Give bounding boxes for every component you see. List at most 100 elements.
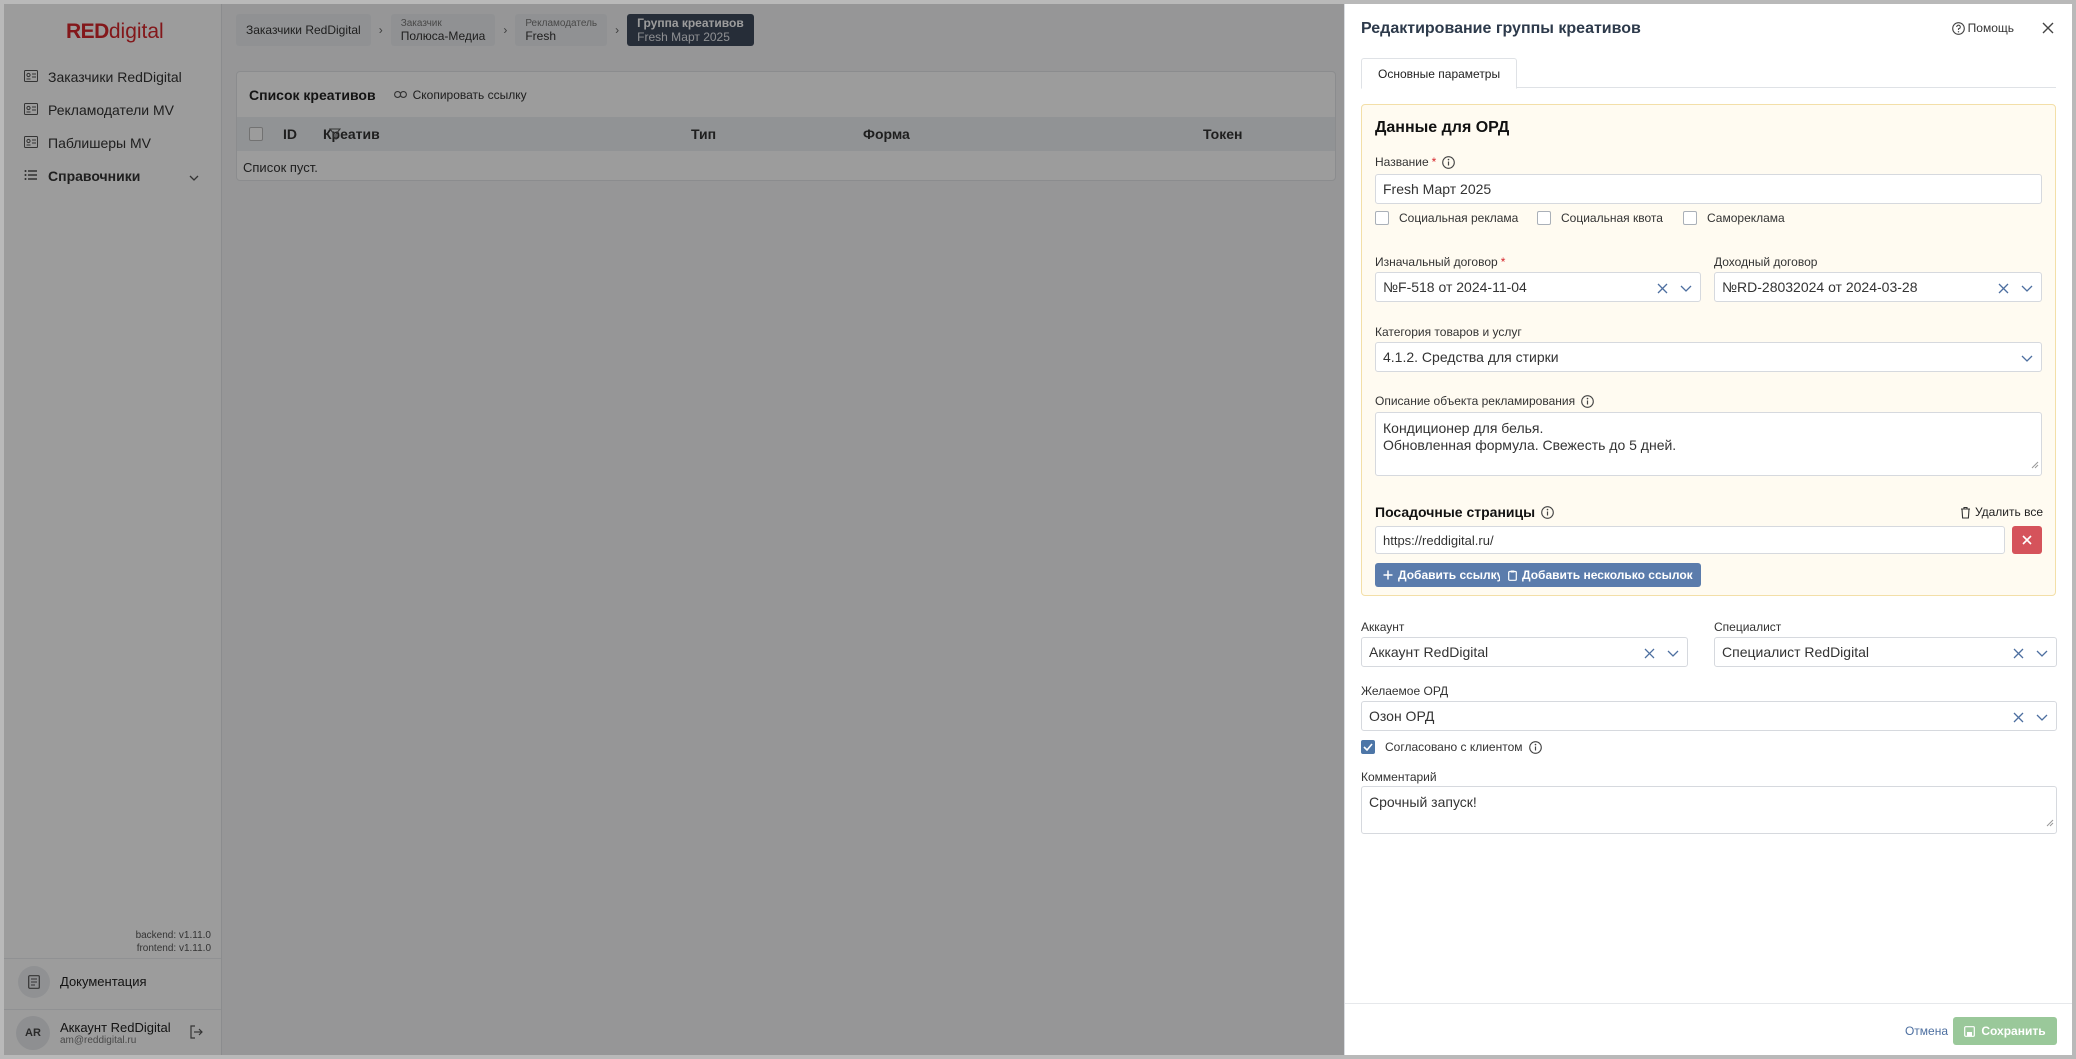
name-input[interactable]: Fresh Март 2025 bbox=[1375, 174, 2042, 204]
close-icon[interactable] bbox=[2042, 21, 2054, 37]
initial-contract-select[interactable]: №F-518 от 2024-11-04 bbox=[1375, 272, 1701, 302]
drawer-title: Редактирование группы креативов bbox=[1361, 20, 1641, 37]
add-link-button[interactable]: Добавить ссылку bbox=[1375, 563, 1512, 587]
chevron-down-icon[interactable] bbox=[2036, 646, 2048, 662]
help-button[interactable]: Помощь bbox=[1951, 21, 2014, 35]
save-button[interactable]: Сохранить bbox=[1953, 1017, 2057, 1045]
remove-url-button[interactable] bbox=[2012, 526, 2042, 554]
desired-ord-value: Озон ОРД bbox=[1369, 708, 1435, 724]
cancel-button[interactable]: Отмена bbox=[1905, 1024, 1948, 1038]
clear-icon[interactable] bbox=[2013, 710, 2024, 726]
required-mark: * bbox=[1431, 155, 1437, 169]
clear-icon[interactable] bbox=[1998, 281, 2009, 297]
income-contract-select[interactable]: №RD-28032024 от 2024-03-28 bbox=[1714, 272, 2042, 302]
add-multiple-links-button[interactable]: Добавить несколько ссылок bbox=[1500, 563, 1701, 587]
required-mark: * bbox=[1500, 255, 1506, 269]
specialist-label: Специалист bbox=[1714, 620, 1781, 634]
income-contract-value: №RD-28032024 от 2024-03-28 bbox=[1722, 279, 1918, 295]
description-textarea[interactable]: Кондиционер для белья. Обновленная форму… bbox=[1375, 412, 2042, 476]
comment-value: Срочный запуск! bbox=[1369, 794, 1477, 810]
description-label: Описание объекта рекламирования bbox=[1375, 394, 1594, 408]
ord-section-title: Данные для ОРД bbox=[1375, 119, 1510, 136]
resize-grip-icon[interactable] bbox=[2031, 456, 2039, 473]
info-icon[interactable] bbox=[1528, 740, 1542, 754]
tab-main-params[interactable]: Основные параметры bbox=[1361, 58, 1518, 89]
ord-data-section: Данные для ОРД Название * Fresh Март 2025… bbox=[1361, 104, 2056, 596]
checkbox-box[interactable] bbox=[1361, 740, 1375, 754]
drawer-footer: Отмена Сохранить bbox=[1345, 1003, 2072, 1055]
agreed-with-client-checkbox[interactable]: Согласовано с клиентом bbox=[1361, 740, 1542, 754]
save-label: Сохранить bbox=[1981, 1024, 2046, 1038]
chevron-down-icon[interactable] bbox=[1667, 646, 1679, 662]
desired-ord-select[interactable]: Озон ОРД bbox=[1361, 701, 2057, 731]
social-quota-checkbox[interactable]: Социальная квота bbox=[1537, 211, 1663, 225]
checkbox-box[interactable] bbox=[1683, 211, 1697, 225]
account-label-text: Аккаунт bbox=[1361, 620, 1405, 634]
comment-label-text: Комментарий bbox=[1361, 770, 1437, 784]
delete-all-label: Удалить все bbox=[1974, 505, 2043, 519]
landing-url-input[interactable]: https://reddigital.ru/ bbox=[1375, 526, 2005, 554]
category-label: Категория товаров и услуг bbox=[1375, 325, 1522, 339]
income-contract-label: Доходный договор bbox=[1714, 255, 1817, 269]
checkbox-label: Социальная реклама bbox=[1399, 211, 1519, 225]
specialist-select[interactable]: Специалист RedDigital bbox=[1714, 637, 2057, 667]
landing-pages-title: Посадочные страницы bbox=[1375, 504, 1554, 520]
checkbox-label: Самореклама bbox=[1707, 211, 1785, 225]
help-label: Помощь bbox=[1967, 21, 2014, 35]
name-input-value: Fresh Март 2025 bbox=[1383, 181, 1492, 197]
account-select[interactable]: Аккаунт RedDigital bbox=[1361, 637, 1688, 667]
self-ad-checkbox[interactable]: Самореклама bbox=[1683, 211, 1785, 225]
initial-contract-label: Изначальный договор * bbox=[1375, 255, 1505, 269]
specialist-value: Специалист RedDigital bbox=[1722, 644, 1869, 660]
comment-label: Комментарий bbox=[1361, 770, 1437, 784]
resize-grip-icon[interactable] bbox=[2046, 814, 2054, 831]
landing-url-value: https://reddigital.ru/ bbox=[1383, 532, 1494, 548]
initial-contract-value: №F-518 от 2024-11-04 bbox=[1383, 279, 1527, 295]
info-icon[interactable] bbox=[1541, 505, 1554, 519]
chevron-down-icon[interactable] bbox=[2036, 710, 2048, 726]
question-icon bbox=[1951, 21, 1965, 35]
desired-ord-label: Желаемое ОРД bbox=[1361, 684, 1448, 698]
chevron-down-icon[interactable] bbox=[1680, 281, 1692, 297]
desired-ord-label-text: Желаемое ОРД bbox=[1361, 684, 1449, 698]
add-multiple-label: Добавить несколько ссылок bbox=[1522, 568, 1693, 582]
social-ad-checkbox[interactable]: Социальная реклама bbox=[1375, 211, 1518, 225]
initial-contract-label-text: Изначальный договор bbox=[1375, 255, 1498, 269]
landing-pages-title-text: Посадочные страницы bbox=[1375, 504, 1536, 520]
info-icon[interactable] bbox=[1581, 394, 1594, 408]
trash-icon bbox=[1960, 506, 1971, 519]
income-contract-label-text: Доходный договор bbox=[1714, 255, 1818, 269]
app-window: REDdigital Заказчики RedDigital Рекламод… bbox=[4, 4, 2072, 1055]
description-line: Кондиционер для белья. bbox=[1383, 420, 1544, 436]
clear-icon[interactable] bbox=[1644, 646, 1655, 662]
name-label-text: Название bbox=[1375, 155, 1429, 169]
edit-creative-group-drawer: Редактирование группы креативов Помощь О… bbox=[1344, 4, 2072, 1055]
add-link-label: Добавить ссылку bbox=[1398, 568, 1504, 582]
close-icon bbox=[2022, 535, 2032, 545]
save-icon bbox=[1964, 1025, 1976, 1037]
delete-all-button[interactable]: Удалить все bbox=[1960, 505, 2043, 519]
comment-textarea[interactable]: Срочный запуск! bbox=[1361, 786, 2057, 834]
category-value: 4.1.2. Средства для стирки bbox=[1383, 349, 1559, 365]
name-label: Название * bbox=[1375, 155, 1456, 169]
info-icon[interactable] bbox=[1442, 155, 1456, 169]
specialist-label-text: Специалист bbox=[1714, 620, 1782, 634]
clipboard-icon bbox=[1508, 570, 1517, 581]
description-label-text: Описание объекта рекламирования bbox=[1375, 394, 1576, 408]
modal-overlay[interactable] bbox=[4, 4, 1344, 1055]
category-label-text: Категория товаров и услуг bbox=[1375, 325, 1522, 339]
chevron-down-icon[interactable] bbox=[2021, 281, 2033, 297]
account-label: Аккаунт bbox=[1361, 620, 1404, 634]
category-select[interactable]: 4.1.2. Средства для стирки bbox=[1375, 342, 2042, 372]
checkbox-label: Социальная квота bbox=[1561, 211, 1663, 225]
chevron-down-icon[interactable] bbox=[2021, 351, 2033, 367]
checkbox-box[interactable] bbox=[1375, 211, 1389, 225]
tab-bar: Основные параметры bbox=[1361, 58, 2056, 89]
clear-icon[interactable] bbox=[1657, 281, 1668, 297]
plus-icon bbox=[1383, 570, 1393, 580]
checkbox-box[interactable] bbox=[1537, 211, 1551, 225]
account-value: Аккаунт RedDigital bbox=[1369, 644, 1489, 660]
description-line: Обновленная формула. Свежесть до 5 дней. bbox=[1383, 437, 1677, 453]
tab-label: Основные параметры bbox=[1378, 66, 1501, 81]
clear-icon[interactable] bbox=[2013, 646, 2024, 662]
